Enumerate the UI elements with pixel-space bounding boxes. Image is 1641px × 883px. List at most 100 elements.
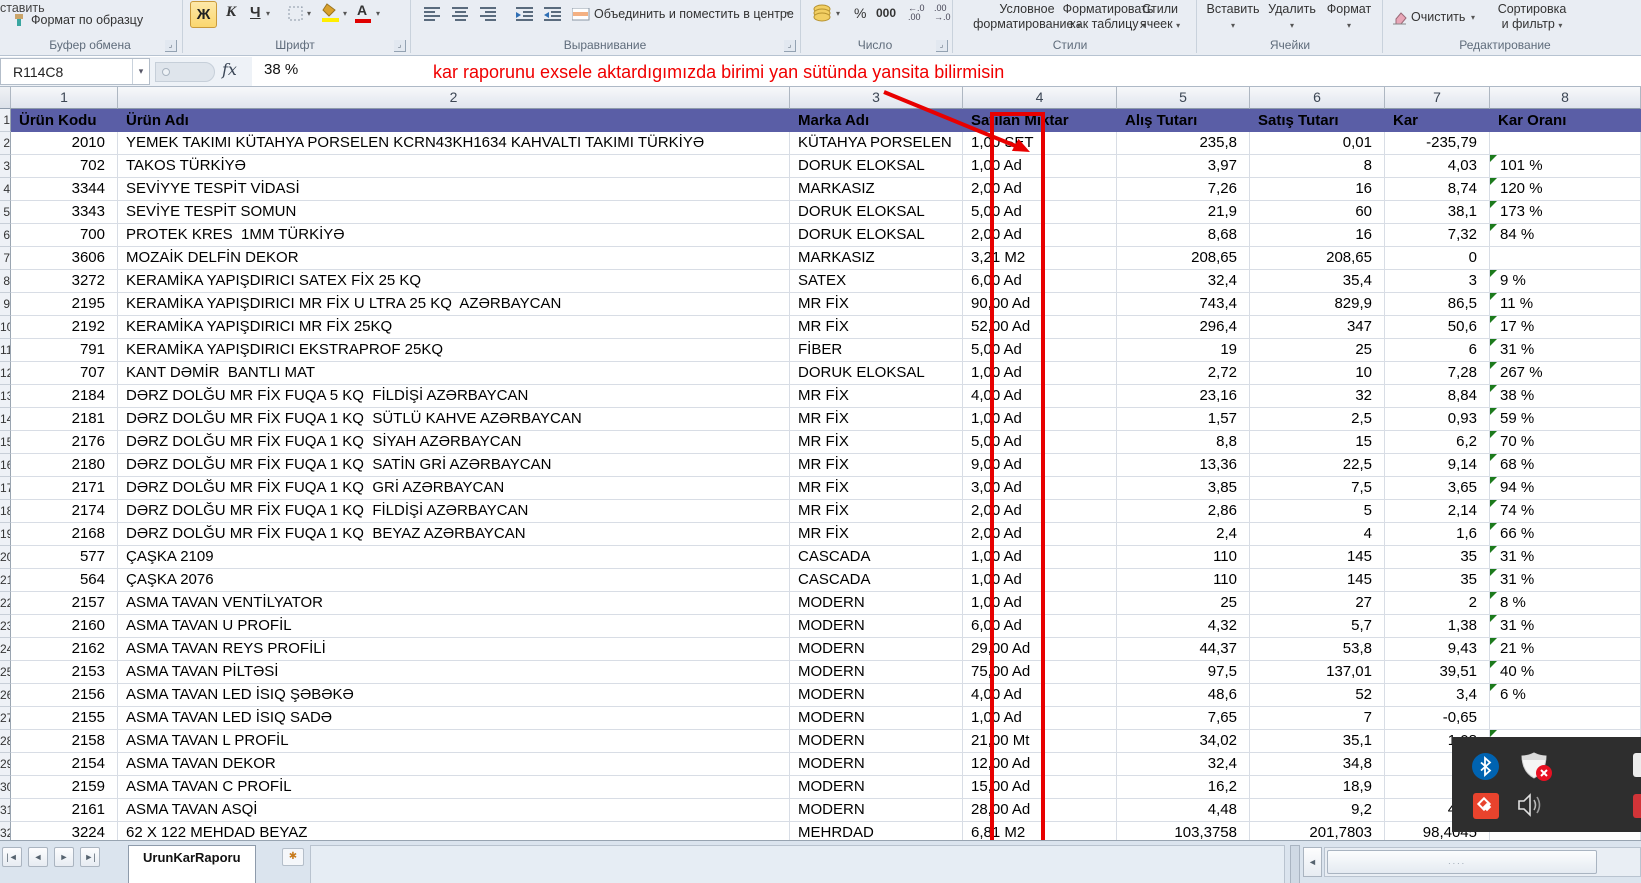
cell[interactable]: MR FİX [790,431,963,454]
cell[interactable]: 7 [1250,707,1385,730]
row-number[interactable]: 29 [0,753,11,776]
row-number[interactable]: 9 [0,293,11,316]
cell[interactable]: MARKASIZ [790,247,963,270]
cell[interactable]: 1,38 [1385,615,1490,638]
table-header-cell[interactable]: Satış Tutarı [1250,109,1385,132]
cell[interactable]: KERAMİKA YAPIŞDIRICI EKSTRAPROF 25KQ [118,339,790,362]
align-left-icon[interactable] [424,7,441,21]
row-number[interactable]: 27 [0,707,11,730]
row-number[interactable]: 13 [0,385,11,408]
cell[interactable]: 2192 [11,316,118,339]
cell[interactable]: 22,5 [1250,454,1385,477]
cell[interactable]: MODERN [790,638,963,661]
cell[interactable]: 6 [1385,339,1490,362]
cell[interactable]: 2159 [11,776,118,799]
cell[interactable]: 743,4 [1117,293,1250,316]
column-header[interactable]: 6 [1250,87,1385,109]
cell[interactable]: DORUK ELOKSAL [790,155,963,178]
row-number[interactable]: 4 [0,178,11,201]
cell[interactable]: 101 % [1490,155,1641,178]
cell[interactable]: 27 [1250,592,1385,615]
cell[interactable]: ASMA TAVAN PİLTƏSİ [118,661,790,684]
row-number[interactable]: 17 [0,477,11,500]
cell[interactable]: 0 [1385,247,1490,270]
cell[interactable]: 4,03 [1385,155,1490,178]
borders-dropdown-icon[interactable]: ▾ [307,9,311,18]
row-number[interactable]: 8 [0,270,11,293]
table-header-cell[interactable]: Kar [1385,109,1490,132]
table-header-cell[interactable]: Ürün Adı [118,109,790,132]
formula-bar-splitter[interactable] [155,62,215,82]
cell[interactable]: SATEX [790,270,963,293]
cell[interactable]: 16,2 [1117,776,1250,799]
cell[interactable]: MODERN [790,730,963,753]
cell[interactable]: 6 % [1490,684,1641,707]
cell[interactable]: 700 [11,224,118,247]
row-number[interactable]: 16 [0,454,11,477]
merge-center-button[interactable]: Объединить и поместить в центре [594,7,794,21]
sort-filter-button[interactable]: Сортировка и фильтр ▾ [1490,2,1574,33]
cell[interactable]: ASMA TAVAN DEKOR [118,753,790,776]
cell[interactable]: 25 [1250,339,1385,362]
cell[interactable]: 32,4 [1117,753,1250,776]
sheet-tab-active[interactable]: UrunKarRaporu [128,845,256,883]
cell[interactable]: MR FİX [790,523,963,546]
defender-shield-icon[interactable] [1520,750,1554,789]
cell[interactable]: 9,14 [1385,454,1490,477]
cell[interactable]: 8,74 [1385,178,1490,201]
cell[interactable]: 84 % [1490,224,1641,247]
cell[interactable]: 66 % [1490,523,1641,546]
cell[interactable]: 10 [1250,362,1385,385]
cell[interactable]: PROTEK KRES 1MM TÜRKİYƏ [118,224,790,247]
cell-styles-button[interactable]: Стили ячеек ▾ [1128,2,1192,33]
cell[interactable]: KERAMİKA YAPIŞDIRICI MR FİX 25KQ [118,316,790,339]
cell[interactable]: KÜTAHYA PORSELEN [790,132,963,155]
cell[interactable]: 68 % [1490,454,1641,477]
cell[interactable]: 3606 [11,247,118,270]
cell[interactable]: 9 % [1490,270,1641,293]
cell[interactable]: DORUK ELOKSAL [790,224,963,247]
cell[interactable]: 8 [1250,155,1385,178]
cell[interactable]: MARKASIZ [790,178,963,201]
cell[interactable]: MR FİX [790,385,963,408]
row-number[interactable]: 10 [0,316,11,339]
row-number[interactable]: 3 [0,155,11,178]
cell[interactable]: 208,65 [1117,247,1250,270]
currency-icon[interactable] [812,3,832,23]
cell[interactable]: ASMA TAVAN VENTİLYATOR [118,592,790,615]
cell[interactable]: ASMA TAVAN LED İSIQ SADƏ [118,707,790,730]
cell[interactable]: 1,6 [1385,523,1490,546]
cell[interactable]: DƏRZ DOLĞU MR FİX FUQA 1 KQ FİLDİŞİ AZƏR… [118,500,790,523]
cell[interactable]: MR FİX [790,408,963,431]
clipboard-dialog-launcher-icon[interactable]: ⌟ [165,40,177,52]
row-number[interactable]: 26 [0,684,11,707]
partial-tray-icon[interactable] [1633,794,1641,818]
cell[interactable]: 34,8 [1250,753,1385,776]
cell[interactable]: 2161 [11,799,118,822]
cell[interactable]: 2174 [11,500,118,523]
cell[interactable]: 11 % [1490,293,1641,316]
row-number[interactable]: 21 [0,569,11,592]
cell[interactable]: 5 [1250,500,1385,523]
column-header[interactable]: 7 [1385,87,1490,109]
cell[interactable]: 120 % [1490,178,1641,201]
cell[interactable]: 3,85 [1117,477,1250,500]
row-number[interactable]: 7 [0,247,11,270]
font-color-dropdown-icon[interactable]: ▾ [376,9,380,18]
cell[interactable]: 38 % [1490,385,1641,408]
cell[interactable]: 6,2 [1385,431,1490,454]
cell[interactable]: ÇAŞKA 2109 [118,546,790,569]
cell[interactable]: 32 [1250,385,1385,408]
cell[interactable]: 31 % [1490,615,1641,638]
cell[interactable]: 7,28 [1385,362,1490,385]
row-number[interactable]: 22 [0,592,11,615]
column-header[interactable]: 8 [1490,87,1641,109]
cell[interactable]: 1,57 [1117,408,1250,431]
cell[interactable]: 3 [1385,270,1490,293]
hscroll-left-arrow[interactable]: ◄ [1303,847,1322,877]
first-sheet-button[interactable]: |◄ [2,847,22,867]
cell[interactable]: 23,16 [1117,385,1250,408]
cell[interactable]: 7,32 [1385,224,1490,247]
cell[interactable]: 2195 [11,293,118,316]
cell[interactable]: 9,2 [1250,799,1385,822]
